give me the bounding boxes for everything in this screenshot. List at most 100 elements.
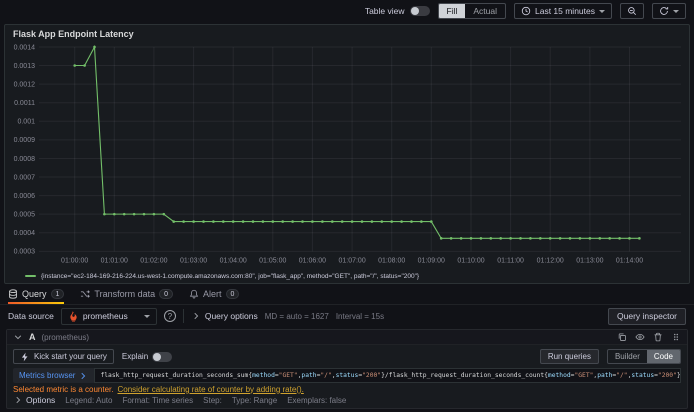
expression-row: Metrics browser flask_http_request_durat…	[7, 368, 687, 383]
query-row-actions	[617, 332, 681, 342]
svg-text:0.0008: 0.0008	[14, 156, 36, 163]
datasource-help-button[interactable]: ?	[163, 310, 176, 322]
refresh-button[interactable]	[652, 3, 686, 19]
query-editor-row: A (prometheus) Kick start your query Exp…	[6, 329, 688, 409]
query-datasource-ref: (prometheus)	[41, 332, 90, 342]
query-options-summary: MD = auto = 1627	[264, 311, 329, 321]
options-toggle[interactable]: Options	[13, 395, 55, 405]
bell-icon	[189, 289, 199, 299]
svg-text:01:10:00: 01:10:00	[457, 257, 484, 264]
tab-query[interactable]: Query 1	[8, 284, 65, 304]
time-range-picker[interactable]: Last 15 minutes	[513, 3, 612, 19]
duplicate-query-icon[interactable]	[617, 332, 627, 342]
explain-control: Explain	[121, 351, 173, 362]
warning-text: Selected metric is a counter.	[13, 384, 114, 394]
svg-text:0.0009: 0.0009	[14, 137, 36, 144]
builder-button[interactable]: Builder	[608, 350, 647, 363]
code-button[interactable]: Code	[646, 350, 680, 363]
chevron-right-icon	[191, 311, 201, 321]
fill-button[interactable]: Fill	[438, 4, 466, 18]
caret-down-icon	[143, 314, 150, 318]
tab-label: Alert	[203, 289, 222, 299]
svg-text:0.0007: 0.0007	[14, 174, 36, 181]
query-options-interval: Interval = 15s	[335, 311, 385, 321]
query-inspector-button[interactable]: Query inspector	[608, 307, 686, 325]
prometheus-logo-icon	[68, 311, 79, 322]
chevron-right-icon	[13, 395, 23, 405]
svg-text:01:06:00: 01:06:00	[299, 257, 326, 264]
run-queries-button[interactable]: Run queries	[539, 349, 599, 364]
tab-count-badge: 0	[225, 289, 240, 299]
database-icon	[8, 289, 18, 299]
explain-toggle[interactable]	[152, 351, 173, 362]
tab-count-badge: 1	[50, 289, 65, 299]
query-row-header[interactable]: A (prometheus)	[7, 330, 687, 345]
svg-text:01:14:00: 01:14:00	[616, 257, 643, 264]
bolt-icon	[20, 352, 30, 362]
svg-text:01:00:00: 01:00:00	[61, 257, 88, 264]
legend-series-label[interactable]: {instance="ec2-184-169-216-224.us-west-1…	[41, 273, 419, 280]
tab-alert[interactable]: Alert 0	[189, 284, 240, 304]
kick-start-label: Kick start your query	[34, 352, 107, 361]
timeseries-panel: Flask App Endpoint Latency 01:00:00 01:01…	[4, 24, 690, 284]
svg-text:01:02:00: 01:02:00	[140, 257, 167, 264]
table-view-toggle[interactable]	[409, 6, 430, 16]
query-options-footer: Options Legend: Auto Format: Time series S…	[7, 394, 687, 406]
metrics-browser-label: Metrics browser	[19, 371, 76, 380]
query-options-label: Query options	[204, 311, 258, 321]
svg-text:01:11:00: 01:11:00	[497, 257, 524, 264]
svg-text:01:09:00: 01:09:00	[418, 257, 445, 264]
timeseries-chart[interactable]: 01:00:00 01:01:00 01:02:00 01:03:00 01:04:00…	[5, 41, 689, 269]
metrics-browser-toggle[interactable]: Metrics browser	[13, 368, 95, 383]
editor-topbar: Table view Fill Actual Last 15 minutes	[0, 0, 694, 22]
panel-title: Flask App Endpoint Latency	[13, 29, 134, 39]
svg-text:0.0011: 0.0011	[14, 100, 35, 107]
editor-tabs: Query 1 Transform data 0 Alert 0	[0, 284, 694, 305]
svg-text:01:03:00: 01:03:00	[180, 257, 207, 264]
svg-text:01:12:00: 01:12:00	[537, 257, 564, 264]
svg-text:01:05:00: 01:05:00	[259, 257, 286, 264]
remove-query-trash-icon[interactable]	[653, 332, 663, 342]
chevron-down-icon[interactable]	[13, 332, 23, 342]
options-label: Options	[26, 395, 56, 405]
chevron-right-icon	[78, 371, 88, 381]
counter-warning: Selected metric is a counter. Consider c…	[7, 384, 687, 394]
datasource-picker[interactable]: prometheus	[60, 307, 157, 325]
svg-text:0.0004: 0.0004	[14, 230, 36, 237]
svg-text:0.0005: 0.0005	[14, 211, 36, 218]
zoom-out-button[interactable]	[620, 3, 644, 19]
svg-text:0.0014: 0.0014	[14, 44, 36, 51]
tab-transform-data[interactable]: Transform data 0	[80, 284, 174, 304]
svg-text:01:04:00: 01:04:00	[220, 257, 247, 264]
promql-expression[interactable]: flask_http_request_duration_seconds_sum{…	[94, 368, 681, 383]
query-ref-id: A	[29, 332, 36, 342]
svg-text:0.0012: 0.0012	[14, 81, 36, 88]
datasource-label: Data source	[8, 311, 54, 321]
svg-text:0.001: 0.001	[17, 119, 35, 126]
options-summary: Legend: Auto Format: Time series Step: Type…	[65, 395, 347, 405]
zoom-out-icon	[627, 6, 637, 16]
refresh-icon	[659, 6, 669, 16]
explain-label: Explain	[121, 352, 149, 361]
svg-text:0.0006: 0.0006	[14, 193, 36, 200]
kick-start-query-button[interactable]: Kick start your query	[13, 349, 114, 364]
grafana-panel-editor: Table view Fill Actual Last 15 minutes F…	[0, 0, 694, 412]
caret-down-icon	[599, 9, 605, 13]
time-range-label: Last 15 minutes	[534, 6, 595, 16]
question-glyph: ?	[167, 311, 173, 321]
query-options-toggle[interactable]: Query options	[191, 311, 258, 321]
table-view-label: Table view	[364, 6, 405, 16]
legend-series-swatch	[25, 275, 36, 278]
hide-query-eye-icon[interactable]	[635, 332, 645, 342]
transform-icon	[80, 289, 91, 299]
add-rate-link[interactable]: Consider calculating rate of counter by …	[118, 385, 304, 394]
datasource-bar: Data source prometheus ? Query options M…	[0, 305, 694, 327]
actual-button[interactable]: Actual	[465, 4, 505, 18]
tab-count-badge: 0	[159, 289, 174, 299]
panel-size-toggle: Fill Actual	[437, 3, 506, 19]
chart-canvas[interactable]: 01:00:00 01:01:00 01:02:00 01:03:00 01:04:00…	[5, 41, 689, 269]
legend: {instance="ec2-184-169-216-224.us-west-1…	[5, 269, 689, 283]
drag-handle-icon[interactable]	[671, 332, 681, 342]
divider	[182, 309, 184, 323]
svg-text:01:01:00: 01:01:00	[101, 257, 128, 264]
